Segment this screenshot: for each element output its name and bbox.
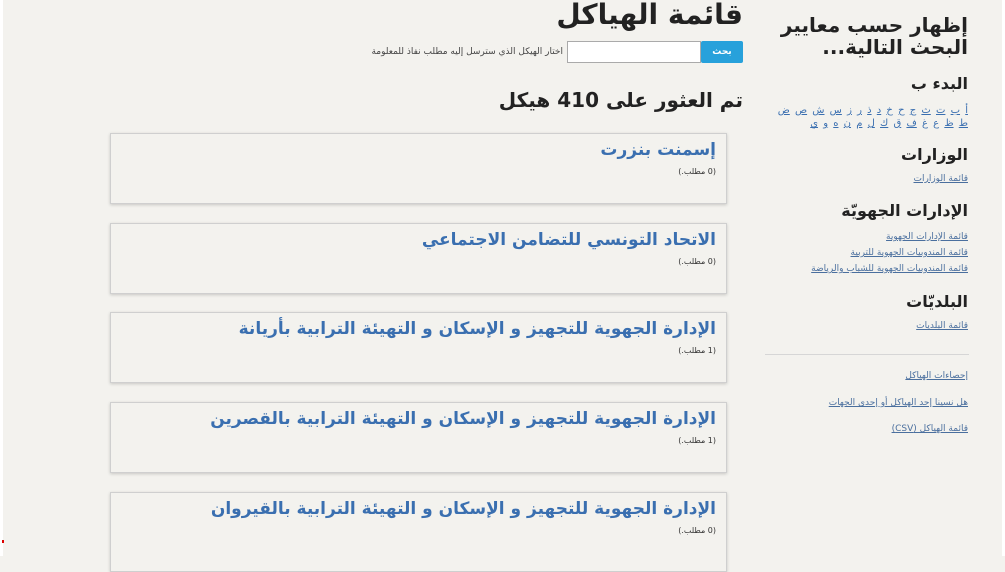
sidebar-title: إظهار حسب معايير البحث التالية... [780,13,968,59]
alpha-letter-link[interactable]: ط [959,118,968,129]
ministries-list-link[interactable]: قائمة الوزارات [914,174,969,184]
alpha-letter-link[interactable]: ظ [944,118,953,129]
alphabet-filter: أ ب ت ث ج ح خ د ذ ر ز س ش ص ض ط ظ ع غ ف … [763,104,968,130]
alpha-letter-link[interactable]: م [856,118,862,129]
alpha-letter-link[interactable]: ه [833,118,838,129]
csv-export-link[interactable]: قائمة الهياكل (CSV) [892,424,968,434]
alpha-letter-link[interactable]: ج [910,105,916,116]
result-title-link[interactable]: الإدارة الجهوية للتجهيز و الإسكان و الته… [239,319,716,339]
alpha-letter-link[interactable]: ش [812,105,824,116]
result-title-link[interactable]: الإدارة الجهوية للتجهيز و الإسكان و الته… [211,499,716,519]
search-button[interactable]: بحث [701,41,743,63]
alpha-letter-link[interactable]: ذ [867,105,871,116]
alpha-letter-link[interactable]: د [877,105,881,116]
ministries-heading: الوزارات [901,145,968,164]
alpha-letter-link[interactable]: ب [951,105,960,116]
alpha-letter-link[interactable]: غ [922,118,928,129]
result-card[interactable]: الإدارة الجهوية للتجهيز و الإسكان و الته… [110,492,727,572]
alpha-letter-link[interactable]: ر [857,105,862,116]
alpha-letter-link[interactable]: س [830,105,842,116]
alpha-letter-link[interactable]: ت [936,105,945,116]
alpha-letter-link[interactable]: ن [844,118,851,129]
result-card[interactable]: الإدارة الجهوية للتجهيز و الإسكان و الته… [110,312,727,383]
left-edge [0,0,3,556]
result-request-count: (0 مطلب.) [678,167,716,176]
alpha-letter-link[interactable]: ل [868,118,875,129]
alpha-letter-link[interactable]: أ [965,105,968,116]
alpha-letter-link[interactable]: ض [778,105,790,116]
result-request-count: (0 مطلب.) [678,526,716,535]
municipalities-heading: البلديّات [906,292,968,311]
result-count: تم العثور على 410 هيكل [498,88,743,112]
education-delegations-link[interactable]: قائمة المندوبيات الجهوية للتربية [851,248,968,258]
result-request-count: (1 مطلب.) [678,346,716,355]
result-title-link[interactable]: الإدارة الجهوية للتجهيز و الإسكان و الته… [210,409,716,429]
report-missing-link[interactable]: هل نسينا إحد الهياكل أو إحدى الجهات [829,398,968,408]
municipalities-list-link[interactable]: قائمة البلديات [916,321,968,331]
youth-sports-delegations-link[interactable]: قائمة المندوبيات الجهوية للشباب والرياضة [811,264,968,274]
alpha-letter-link[interactable]: خ [886,105,892,116]
alpha-letter-link[interactable]: ع [933,118,939,129]
search-label: اختار الهيكل الذي سترسل إليه مطلب نفاذ ل… [371,47,563,57]
result-title-link[interactable]: إسمنت بنزرت [600,140,716,160]
alpha-letter-link[interactable]: ك [880,118,888,129]
result-request-count: (1 مطلب.) [678,436,716,445]
search-row: اختار الهيكل الذي سترسل إليه مطلب نفاذ ل… [365,40,743,64]
page-title: قائمة الهياكل [556,0,743,31]
alpha-letter-link[interactable]: ي [810,118,818,129]
result-card[interactable]: إسمنت بنزرت (0 مطلب.) [110,133,727,204]
alpha-letter-link[interactable]: ف [906,118,916,129]
statistics-link[interactable]: إحصاءات الهياكل [905,371,968,381]
result-request-count: (0 مطلب.) [678,257,716,266]
alpha-letter-link[interactable]: ز [847,105,852,116]
sidebar-divider [765,354,969,355]
red-marker [2,540,4,543]
alpha-letter-link[interactable]: ح [898,105,904,116]
alpha-letter-link[interactable]: ث [921,105,930,116]
regional-heading: الإدارات الجهويّة [841,201,968,220]
result-card[interactable]: الإدارة الجهوية للتجهيز و الإسكان و الته… [110,402,727,473]
search-input[interactable] [567,41,701,63]
regional-admins-link[interactable]: قائمة الإدارات الجهوية [886,232,968,242]
alpha-letter-link[interactable]: ص [795,105,807,116]
alpha-heading: البدء ب [910,74,968,93]
result-card[interactable]: الاتحاد التونسي للتضامن الاجتماعي (0 مطل… [110,223,727,294]
result-title-link[interactable]: الاتحاد التونسي للتضامن الاجتماعي [422,230,716,250]
alpha-letter-link[interactable]: و [823,118,828,129]
alpha-letter-link[interactable]: ق [893,118,901,129]
